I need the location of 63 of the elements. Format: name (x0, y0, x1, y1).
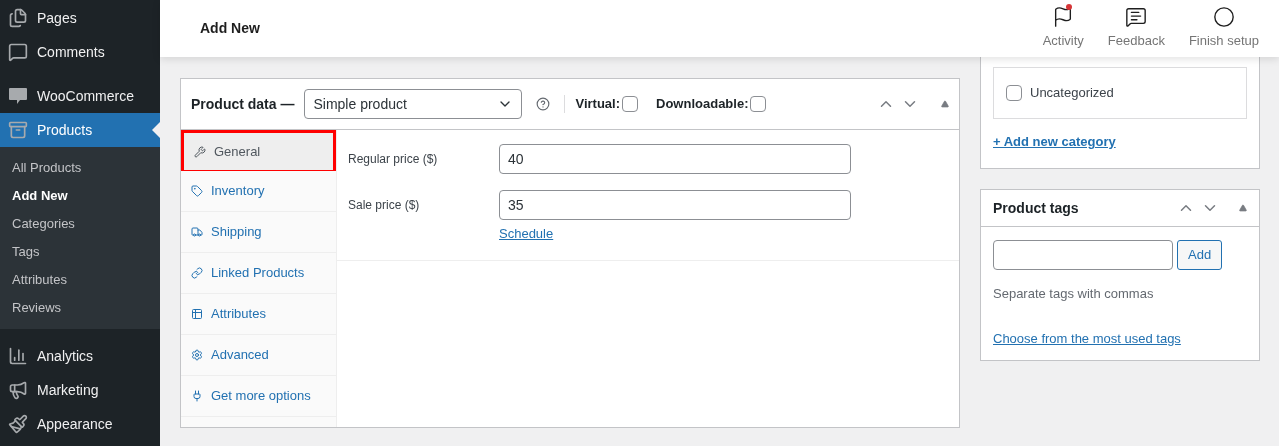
product-data-tab[interactable]: Shipping (181, 212, 336, 253)
sidebar-item[interactable]: Marketing (0, 373, 160, 407)
sidebar-item[interactable]: Analytics (0, 339, 160, 373)
pages-icon (8, 8, 28, 28)
feedback-icon (1125, 6, 1148, 29)
submenu-item[interactable]: Tags (0, 238, 160, 266)
header-action[interactable]: Activity (1030, 6, 1096, 51)
product-data-tab[interactable]: Advanced (181, 335, 336, 376)
comment-icon (8, 42, 28, 62)
submenu-item[interactable]: Categories (0, 210, 160, 238)
submenu-item[interactable]: All Products (0, 154, 160, 182)
woo-logo-icon (8, 87, 28, 105)
header-action[interactable]: Feedback (1095, 6, 1177, 51)
submenu-item[interactable]: Add New (0, 182, 160, 210)
checkbox[interactable] (1006, 85, 1022, 101)
tag-input-field[interactable] (993, 240, 1173, 270)
panel-title: Product tags (993, 198, 1079, 218)
truck-icon (191, 226, 203, 238)
product-data-tab[interactable]: Attributes (181, 294, 336, 335)
archive-icon (8, 120, 28, 140)
submenu-item[interactable]: Attributes (0, 266, 160, 294)
tag-icon (191, 185, 203, 197)
megaphone-icon (8, 380, 28, 400)
table-icon (191, 308, 203, 320)
collapse-icon[interactable] (1239, 204, 1247, 212)
current-indicator (152, 122, 160, 138)
submenu-item[interactable]: Reviews (0, 294, 160, 322)
panel-title: Product data — (191, 94, 295, 114)
sidebar-item[interactable]: Appearance (0, 407, 160, 441)
tags-hint: Separate tags with commas (993, 285, 1155, 303)
paintbrush-icon (8, 414, 28, 434)
price-field[interactable]: 35 (499, 190, 851, 220)
add-category-link[interactable]: + Add new category (993, 132, 1247, 152)
field-label: Sale price ($) (348, 197, 421, 214)
price-field[interactable]: 40 (499, 144, 851, 174)
wrench-icon (194, 145, 206, 158)
schedule-link[interactable]: Schedule (499, 224, 851, 244)
help-icon (536, 97, 551, 111)
checkbox[interactable] (622, 96, 639, 112)
product-type-select[interactable]: Simple product (304, 89, 523, 119)
category-label: Uncategorized (1030, 84, 1114, 103)
plug-icon (191, 390, 203, 402)
sidebar-item[interactable]: Pages (0, 1, 160, 35)
bar-chart-icon (8, 346, 28, 366)
product-data-tab[interactable]: Get more options (181, 376, 336, 417)
field-label: Regular price ($) (348, 151, 439, 168)
sidebar-item[interactable]: WooCommerce (0, 79, 160, 113)
product-data-tab[interactable]: Linked Products (181, 253, 336, 294)
link-icon (191, 267, 203, 279)
settings-icon (191, 349, 203, 361)
product-data-tab[interactable]: General (181, 130, 336, 171)
header-action[interactable]: Finish setup (1176, 6, 1271, 51)
checkbox[interactable] (750, 96, 767, 112)
downloadable-label: Downloadable: (656, 95, 749, 114)
circle-icon (1212, 6, 1235, 29)
collapse-icon[interactable] (941, 100, 949, 108)
add-button[interactable]: Add (1177, 240, 1223, 270)
page-title: Add New (200, 19, 261, 38)
virtual-label: Virtual: (575, 95, 621, 114)
sidebar-item[interactable]: Products (0, 113, 160, 147)
most-used-tags-link[interactable]: Choose from the most used tags (993, 328, 1247, 348)
sidebar-item[interactable]: Comments (0, 35, 160, 69)
product-data-tab[interactable]: Inventory (181, 171, 336, 212)
